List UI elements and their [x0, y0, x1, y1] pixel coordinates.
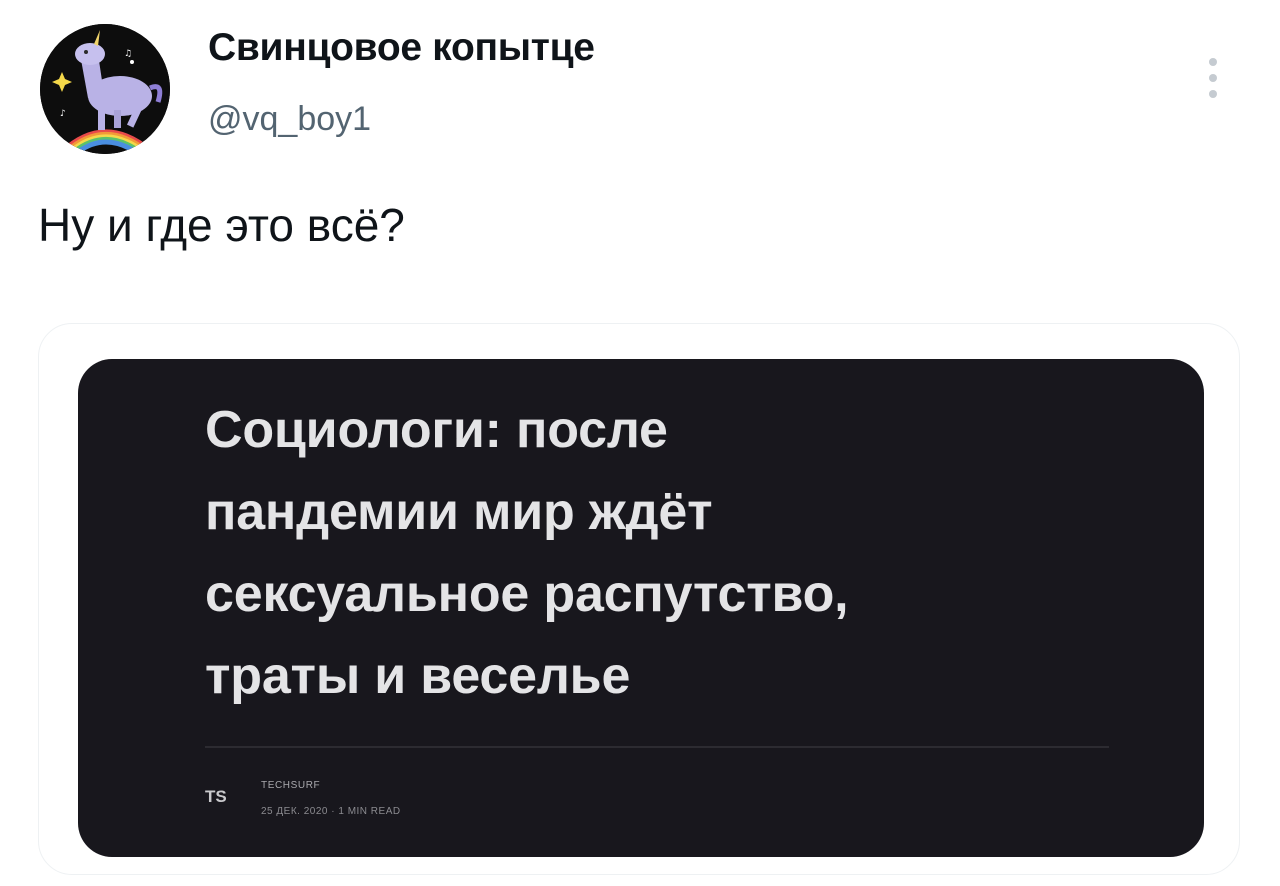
svg-text:♫: ♫: [124, 49, 132, 59]
media-image[interactable]: Социологи: после пандемии мир ждёт сексу…: [78, 359, 1204, 857]
tweet: ♫ ♪ Свинцовое копытце @vq_boy1 Ну и где …: [0, 0, 1280, 886]
headline-line: пандемии мир ждёт: [205, 483, 713, 541]
source-name: TECHSURF: [261, 780, 321, 791]
source-meta: 25 ДЕК. 2020 · 1 MIN READ: [261, 806, 401, 817]
more-options-dot: [1209, 58, 1217, 66]
headline-line: Социологи: после: [205, 401, 668, 459]
media-headline: Социологи: после пандемии мир ждёт сексу…: [205, 389, 1165, 717]
tweet-text: Ну и где это всё?: [38, 199, 405, 251]
avatar[interactable]: ♫ ♪: [40, 24, 170, 154]
media-divider: [205, 746, 1109, 748]
source-logo: TS: [205, 787, 227, 806]
more-options-dot: [1209, 74, 1217, 82]
svg-text:♪: ♪: [60, 109, 66, 119]
author-display-name[interactable]: Свинцовое копытце: [208, 26, 595, 70]
unicorn-avatar-icon: ♫ ♪: [40, 24, 170, 154]
more-options-dot: [1209, 90, 1217, 98]
more-options-icon[interactable]: [1196, 50, 1230, 106]
headline-line: траты и веселье: [205, 647, 631, 705]
author-handle[interactable]: @vq_boy1: [208, 100, 371, 139]
headline-line: сексуальное распутство,: [205, 565, 849, 623]
